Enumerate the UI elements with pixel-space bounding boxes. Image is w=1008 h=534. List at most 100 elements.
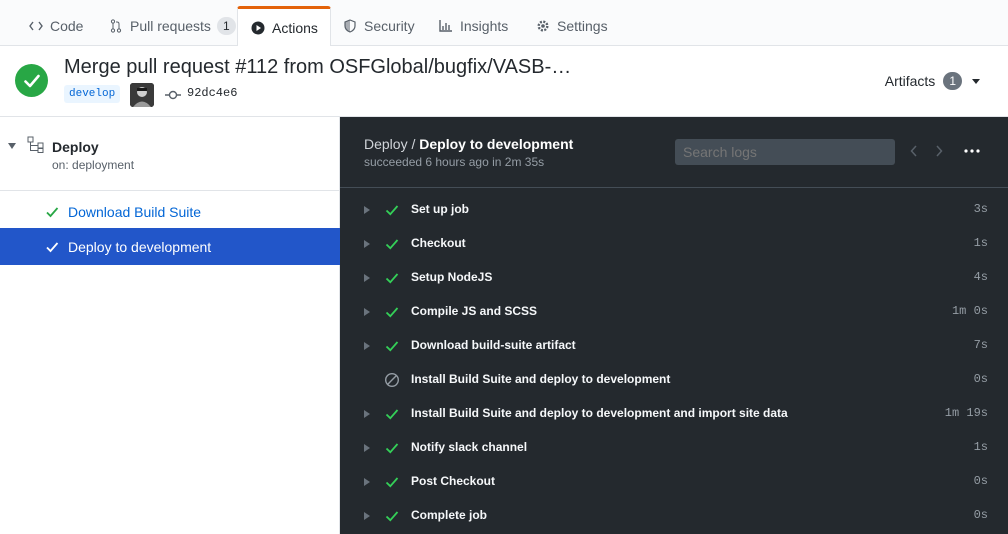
check-icon: [384, 440, 400, 456]
check-icon: [45, 240, 59, 254]
check-icon: [384, 270, 400, 286]
commit-icon: [165, 88, 181, 100]
branch-label[interactable]: develop: [64, 85, 121, 103]
chevron-right-icon[interactable]: [935, 144, 943, 158]
check-icon: [45, 205, 59, 219]
log-step[interactable]: Checkout 1s: [340, 226, 1008, 260]
skipped-icon: [384, 372, 400, 388]
run-title: Merge pull request #112 from OSFGlobal/b…: [64, 56, 572, 78]
check-icon: [384, 338, 400, 354]
expand-triangle-icon[interactable]: [364, 342, 370, 350]
check-icon: [384, 474, 400, 490]
workflow-trigger: on: deployment: [52, 158, 135, 172]
collapse-triangle-icon[interactable]: [8, 143, 16, 149]
expand-triangle-icon[interactable]: [364, 206, 370, 214]
step-duration: 0s: [973, 372, 988, 386]
log-step[interactable]: Download build-suite artifact 7s: [340, 328, 1008, 362]
pull-request-icon: [108, 18, 124, 34]
run-header: Merge pull request #112 from OSFGlobal/b…: [0, 46, 1008, 117]
artifacts-label: Artifacts: [884, 73, 936, 89]
tab-security-label: Security: [364, 18, 415, 34]
check-icon: [384, 508, 400, 524]
play-icon: [250, 20, 266, 36]
job-download-build-suite[interactable]: Download Build Suite: [0, 193, 340, 230]
step-label: Compile JS and SCSS: [411, 304, 538, 318]
log-step[interactable]: Post Checkout 0s: [340, 464, 1008, 498]
step-duration: 0s: [973, 508, 988, 522]
expand-triangle-icon[interactable]: [364, 274, 370, 282]
log-step[interactable]: Set up job 3s: [340, 192, 1008, 226]
tab-settings[interactable]: Settings: [523, 6, 620, 46]
job-logs-panel: Deploy / Deploy to development succeeded…: [340, 117, 1008, 534]
artifacts-dropdown[interactable]: Artifacts 1: [885, 72, 980, 90]
step-duration: 1m 19s: [944, 406, 988, 420]
log-step[interactable]: Install Build Suite and deploy to develo…: [340, 362, 1008, 396]
step-label: Complete job: [411, 508, 488, 522]
tab-code[interactable]: Code: [16, 6, 95, 46]
breadcrumb-job: Deploy to development: [419, 136, 574, 152]
logs-breadcrumb: Deploy / Deploy to development: [364, 136, 573, 152]
breadcrumb-workflow: Deploy: [364, 136, 408, 152]
tab-insights[interactable]: Insights: [426, 6, 520, 46]
tab-settings-label: Settings: [557, 18, 608, 34]
expand-triangle-icon[interactable]: [364, 308, 370, 316]
search-logs-input[interactable]: [675, 139, 895, 165]
chevron-down-icon: [972, 78, 980, 84]
tab-code-label: Code: [50, 18, 84, 34]
tab-security[interactable]: Security: [330, 6, 427, 46]
gear-icon: [535, 18, 551, 34]
check-icon: [384, 406, 400, 422]
tab-pull-requests[interactable]: Pull requests 1: [96, 6, 248, 46]
job-deploy-to-development[interactable]: Deploy to development: [0, 228, 340, 265]
tab-insights-label: Insights: [460, 18, 509, 34]
tab-actions[interactable]: Actions: [237, 6, 331, 47]
step-label: Install Build Suite and deploy to develo…: [411, 372, 671, 386]
success-status-icon: [15, 64, 48, 97]
tab-actions-label: Actions: [272, 19, 318, 36]
avatar[interactable]: [130, 83, 154, 107]
log-step[interactable]: Setup NodeJS 4s: [340, 260, 1008, 294]
workflow-name: Deploy: [52, 139, 99, 155]
artifacts-count: 1: [943, 72, 962, 90]
check-icon: [384, 236, 400, 252]
step-label: Checkout: [411, 236, 466, 250]
step-label: Install Build Suite and deploy to develo…: [411, 406, 788, 420]
log-step[interactable]: Complete job 0s: [340, 498, 1008, 532]
expand-triangle-icon[interactable]: [364, 444, 370, 452]
workflow-icon: [27, 136, 45, 154]
step-label: Download build-suite artifact: [411, 338, 576, 352]
workflow-group[interactable]: Deploy on: deployment: [0, 117, 340, 191]
shield-icon: [342, 18, 358, 34]
chevron-left-icon[interactable]: [910, 144, 918, 158]
job-label: Deploy to development: [68, 238, 212, 255]
log-step[interactable]: Notify slack channel 1s: [340, 430, 1008, 464]
breadcrumb-separator: /: [411, 136, 416, 152]
step-duration: 3s: [973, 202, 988, 216]
step-duration: 1s: [973, 440, 988, 454]
job-label: Download Build Suite: [68, 203, 202, 220]
kebab-menu-icon[interactable]: [962, 144, 982, 158]
code-icon: [28, 18, 44, 34]
logs-header: Deploy / Deploy to development succeeded…: [340, 117, 1008, 188]
step-duration: 1s: [973, 236, 988, 250]
graph-icon: [438, 18, 454, 34]
log-step[interactable]: Install Build Suite and deploy to develo…: [340, 396, 1008, 430]
step-duration: 0s: [973, 474, 988, 488]
expand-triangle-icon[interactable]: [364, 478, 370, 486]
step-duration: 4s: [973, 270, 988, 284]
step-duration: 1m 0s: [951, 304, 988, 318]
step-duration: 7s: [973, 338, 988, 352]
expand-triangle-icon[interactable]: [364, 240, 370, 248]
job-run-summary: succeeded 6 hours ago in 2m 35s: [364, 155, 545, 169]
workflow-sidebar: Deploy on: deployment Download Build Sui…: [0, 117, 340, 534]
step-label: Setup NodeJS: [411, 270, 493, 284]
expand-triangle-icon[interactable]: [364, 512, 370, 520]
pull-requests-count: 1: [216, 17, 236, 35]
step-label: Set up job: [411, 202, 469, 216]
log-step[interactable]: Compile JS and SCSS 1m 0s: [340, 294, 1008, 328]
tab-pull-requests-label: Pull requests: [130, 18, 211, 34]
expand-triangle-icon[interactable]: [364, 410, 370, 418]
commit-sha[interactable]: 92dc4e6: [187, 86, 237, 100]
repo-tabs: Code Pull requests 1 Actions Security In…: [0, 0, 1008, 47]
check-icon: [384, 202, 400, 218]
